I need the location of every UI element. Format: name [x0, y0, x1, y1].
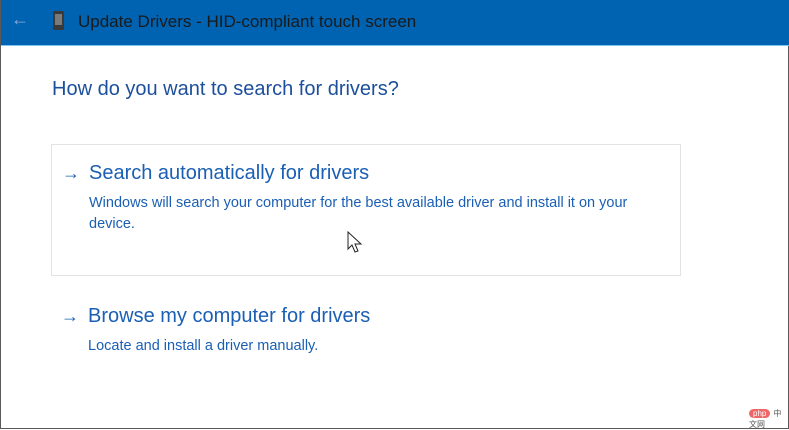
back-arrow-icon[interactable]: ←: [11, 9, 29, 30]
device-icon: [53, 11, 64, 30]
option-title: Browse my computer for drivers: [88, 305, 371, 327]
page-heading: How do you want to search for drivers?: [52, 78, 399, 100]
option-title: Search automatically for drivers: [89, 162, 370, 184]
option-description: Windows will search your computer for th…: [89, 195, 628, 232]
arrow-right-icon: →: [61, 306, 79, 326]
dialog-window: ← Update Drivers - HID-compliant touch s…: [0, 0, 789, 429]
watermark: php 中文网: [749, 408, 788, 430]
mouse-cursor-icon: [347, 231, 363, 253]
browse-computer-option[interactable]: → Browse my computer for drivers Locate …: [51, 296, 681, 366]
watermark-badge: php: [749, 409, 771, 418]
option-description: Locate and install a driver manually.: [88, 338, 319, 354]
title-bar: ← Update Drivers - HID-compliant touch s…: [1, 0, 789, 46]
arrow-right-icon: →: [62, 163, 80, 183]
window-title: Update Drivers - HID-compliant touch scr…: [78, 12, 417, 31]
search-automatically-option[interactable]: → Search automatically for drivers Windo…: [51, 144, 681, 276]
